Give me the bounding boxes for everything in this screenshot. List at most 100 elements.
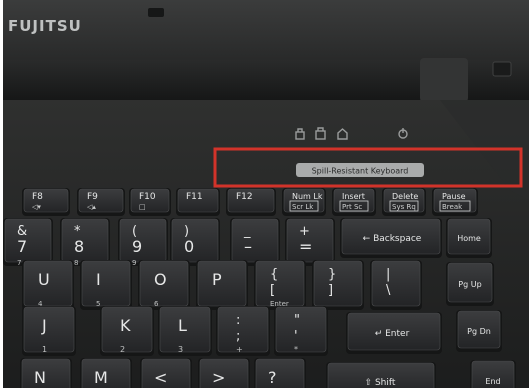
key-home[interactable]: Home (446, 218, 492, 258)
key-pgup[interactable]: Pg Up (446, 262, 494, 306)
key-m-main: M (94, 368, 108, 387)
key-f10-main: F10 (139, 192, 156, 202)
key-quote-main: ' (294, 329, 298, 344)
key-k8[interactable]: *88 (60, 218, 110, 267)
key-i-np: 5 (96, 300, 100, 308)
key-l-main: L (178, 316, 187, 335)
key-k9-np: 9 (132, 259, 136, 267)
key-u[interactable]: U4 (22, 260, 74, 310)
key-quote-np: * (294, 345, 298, 354)
key-semicolon-main: ; (236, 329, 240, 344)
key-f12-main: F12 (236, 192, 253, 202)
key-end[interactable]: End (470, 360, 516, 388)
key-enter[interactable]: ↵ Enter (346, 312, 442, 354)
key-backspace[interactable]: ← Backspace (340, 218, 442, 258)
key-slash[interactable]: ? (254, 358, 306, 388)
key-delete[interactable]: Delete Sys Rq (382, 188, 426, 216)
key-backspace-label: ← Backspace (363, 234, 422, 244)
key-k9[interactable]: (99 (118, 218, 168, 267)
key-n-main: N (34, 368, 46, 387)
key-f8[interactable]: F8◁▾ (22, 188, 70, 216)
key-o[interactable]: O6 (138, 260, 190, 310)
key-k8-np: 8 (74, 259, 78, 267)
key-pgup-label: Pg Up (458, 280, 481, 289)
key-pause[interactable]: Pause Break (432, 188, 478, 216)
key-k7-main: 7 (17, 237, 27, 256)
key-f11[interactable]: F11 (176, 188, 220, 216)
key-p[interactable]: P (196, 260, 248, 310)
key-i[interactable]: I5 (80, 260, 132, 310)
key-insert-main: Insert (342, 192, 365, 201)
key-equals[interactable]: += (285, 218, 335, 266)
key-enter-label: ↵ Enter (375, 329, 410, 339)
key-pipe-top: | (386, 267, 390, 282)
key-f9-sub: ◁▴ (87, 203, 96, 211)
key-p-main: P (212, 270, 222, 289)
key-period[interactable]: > (198, 358, 250, 388)
key-insert[interactable]: Insert Prt Sc (332, 188, 376, 216)
key-k9-main: 9 (132, 237, 142, 256)
key-i-main: I (96, 270, 101, 289)
key-equals-main: = (299, 237, 312, 256)
photo-frame: Spill-Resistant Keyboard FUJITSU F8 ◁▾ F9 ◁… (0, 0, 532, 388)
fujitsu-logo: FUJITSU (8, 17, 82, 35)
key-k0[interactable]: )0 (170, 218, 220, 266)
key-j-np: 1 (42, 345, 47, 354)
key-period-main: > (212, 368, 225, 387)
key-l-np: 3 (178, 345, 183, 354)
key-f10[interactable]: F10□ (129, 188, 171, 216)
key-pipe-main: \ (386, 283, 391, 298)
key-rbrace-top: } (328, 267, 336, 282)
key-j[interactable]: J1 (22, 306, 76, 356)
key-minus-main: – (244, 237, 252, 256)
key-quote-top: " (294, 313, 300, 328)
key-f12[interactable]: F12 (226, 188, 276, 216)
key-numlk-main: Num Lk (292, 192, 323, 201)
key-numlk[interactable]: Num Lk Scr Lk (282, 188, 326, 216)
key-numlk-sub: Scr Lk (292, 203, 314, 211)
key-f9-main: F9 (87, 192, 98, 202)
key-k[interactable]: K2 (100, 306, 154, 356)
key-pgdn[interactable]: Pg Dn (456, 310, 502, 352)
key-delete-main: Delete (392, 192, 418, 201)
key-o-main: O (154, 270, 167, 289)
key-j-main: J (41, 316, 47, 335)
key-lbrace-top: { (270, 267, 278, 282)
key-k-np: 2 (120, 345, 125, 354)
laptop-photo: Spill-Resistant Keyboard FUJITSU F8◁▾F9◁… (3, 0, 529, 388)
key-f11-main: F11 (186, 192, 203, 202)
key-comma-main: < (154, 368, 167, 387)
key-insert-sub: Prt Sc (342, 203, 362, 211)
key-m[interactable]: M (80, 358, 132, 388)
key-end-label: End (485, 377, 500, 386)
spill-label-text: Spill-Resistant Keyboard (312, 167, 409, 176)
key-quote[interactable]: "'* (274, 306, 328, 356)
key-k7[interactable]: &77 (3, 218, 53, 267)
key-f10-sub: □ (139, 203, 146, 211)
key-lbrace[interactable]: {[Enter (254, 260, 306, 310)
key-shift[interactable]: ⇧ Shift (326, 362, 436, 388)
hinge-right (420, 58, 468, 102)
key-semicolon[interactable]: :;+ (216, 306, 270, 356)
key-minus[interactable]: _– (230, 218, 280, 266)
key-slash-main: ? (268, 368, 277, 387)
key-comma[interactable]: < (140, 358, 192, 388)
key-k-main: K (120, 316, 131, 335)
key-lbrace-main: [ (270, 283, 275, 298)
key-n[interactable]: N (20, 358, 72, 388)
key-f9[interactable]: F9◁▴ (77, 188, 125, 216)
key-l[interactable]: L3 (158, 306, 212, 356)
key-pipe[interactable]: |\ (370, 260, 422, 310)
key-f8-sub: ◁▾ (32, 203, 41, 211)
key-k7-np: 7 (17, 259, 21, 267)
key-pgdn-label: Pg Dn (467, 327, 491, 336)
key-u-main: U (38, 270, 50, 289)
key-pause-sub: Break (442, 203, 463, 211)
key-pause-main: Pause (442, 192, 466, 201)
key-rbrace[interactable]: }] (312, 260, 364, 310)
key-rbrace-main: ] (328, 283, 333, 298)
key-home-label: Home (457, 234, 481, 243)
key-shift-label: ⇧ Shift (365, 378, 396, 388)
key-k8-main: 8 (74, 237, 84, 256)
key-o-np: 6 (154, 300, 159, 308)
